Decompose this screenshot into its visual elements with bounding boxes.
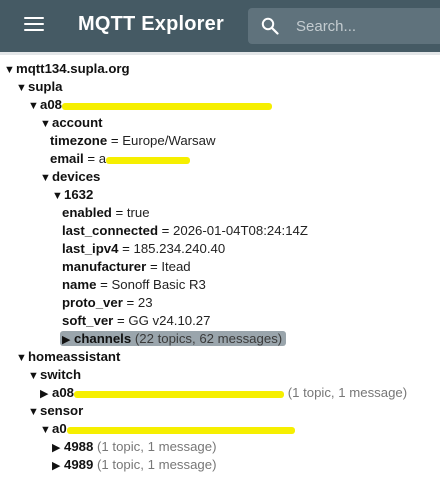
tree-node-switch[interactable]: ▼switch — [28, 366, 81, 384]
expand-arrow-icon[interactable]: ▶ — [52, 439, 64, 457]
sensor-label: sensor — [40, 403, 84, 418]
collapse-arrow-icon[interactable]: ▼ — [40, 421, 52, 439]
search-box[interactable] — [248, 8, 440, 44]
switch-label: switch — [40, 367, 82, 382]
channels-summary: (22 topics, 62 messages) — [134, 331, 283, 346]
switch-item-label: a08 — [52, 385, 75, 400]
collapse-arrow-icon[interactable]: ▼ — [40, 169, 52, 187]
collapse-arrow-icon[interactable]: ▼ — [28, 403, 40, 421]
tree-leaf-device-field[interactable]: manufacturer = Itead — [62, 258, 191, 276]
tree-node-sensor-item[interactable]: ▼a0 — [40, 420, 295, 438]
sensor-item-label: a0 — [52, 421, 67, 436]
broker-label: mqtt134.supla.org — [16, 61, 130, 76]
email-value: a — [98, 151, 107, 166]
tree-leaf-device-field[interactable]: proto_ver = 23 — [62, 294, 153, 312]
sensor-child-label: 4988 — [64, 439, 94, 454]
tree-leaf-device-field[interactable]: last_connected = 2026-01-04T08:24:14Z — [62, 222, 308, 240]
tree-node-sensor-child[interactable]: ▶ 4988 (1 topic, 1 message) — [52, 438, 217, 456]
field-key: last_connected — [62, 223, 159, 238]
tree-leaf-device-field[interactable]: soft_ver = GG v24.10.27 — [62, 312, 210, 330]
field-value: Itead — [161, 259, 191, 274]
sensor-child-summary: (1 topic, 1 message) — [97, 439, 217, 454]
email-key: email — [50, 151, 84, 166]
field-key: last_ipv4 — [62, 241, 119, 256]
tree-leaf-email[interactable]: email = a — [50, 150, 191, 168]
field-key: manufacturer — [62, 259, 147, 274]
field-value: 185.234.240.40 — [133, 241, 226, 256]
field-value: Sonoff Basic R3 — [111, 277, 206, 292]
field-value: 23 — [137, 295, 153, 310]
devices-label: devices — [52, 169, 101, 184]
selected-node[interactable]: ▶ channels (22 topics, 62 messages) — [60, 331, 287, 349]
client-id-label: a08 — [40, 97, 63, 112]
homeassistant-label: homeassistant — [28, 349, 121, 364]
tree-node-device[interactable]: ▼1632 — [52, 186, 93, 204]
collapse-arrow-icon[interactable]: ▼ — [40, 115, 52, 133]
tree-leaf-device-field[interactable]: enabled = true — [62, 204, 150, 222]
collapse-arrow-icon[interactable]: ▼ — [16, 79, 28, 97]
redaction-mark — [106, 157, 191, 165]
field-key: name — [62, 277, 97, 292]
tree-node-homeassistant[interactable]: ▼homeassistant — [16, 348, 120, 366]
timezone-value: Europe/Warsaw — [122, 133, 216, 148]
collapse-arrow-icon[interactable]: ▼ — [4, 61, 16, 79]
magnifier-icon — [261, 17, 279, 35]
tree-node-devices[interactable]: ▼devices — [40, 168, 100, 186]
hamburger-menu-icon[interactable] — [24, 16, 44, 32]
tree-node-sensor[interactable]: ▼sensor — [28, 402, 83, 420]
account-label: account — [52, 115, 103, 130]
tree-node-channels[interactable]: ▶ channels (22 topics, 62 messages) — [60, 330, 287, 349]
appbar-divider — [0, 52, 440, 55]
field-key: proto_ver — [62, 295, 123, 310]
switch-item-summary: (1 topic, 1 message) — [287, 385, 408, 400]
search-input[interactable] — [296, 16, 436, 36]
expand-arrow-icon[interactable]: ▶ — [62, 331, 74, 349]
expand-arrow-icon[interactable]: ▶ — [52, 457, 64, 475]
timezone-key: timezone — [50, 133, 108, 148]
redaction-mark — [66, 427, 295, 435]
sensor-child-summary: (1 topic, 1 message) — [97, 457, 217, 472]
tree-node-account[interactable]: ▼account — [40, 114, 103, 132]
device-id-label: 1632 — [64, 187, 94, 202]
field-value: GG v24.10.27 — [128, 313, 211, 328]
collapse-arrow-icon[interactable]: ▼ — [52, 187, 64, 205]
tree-leaf-timezone[interactable]: timezone = Europe/Warsaw — [50, 132, 216, 150]
tree-leaf-device-field[interactable]: name = Sonoff Basic R3 — [62, 276, 206, 294]
channels-label: channels — [74, 331, 132, 346]
field-value: true — [126, 205, 150, 220]
app-title: MQTT Explorer — [78, 13, 224, 35]
tree-node-supla-client[interactable]: ▼a08 — [28, 96, 273, 115]
redaction-mark — [62, 103, 273, 111]
collapse-arrow-icon[interactable]: ▼ — [28, 97, 40, 115]
tree-node-broker[interactable]: ▼mqtt134.supla.org — [4, 60, 130, 78]
field-key: enabled — [62, 205, 112, 220]
collapse-arrow-icon[interactable]: ▼ — [16, 349, 28, 367]
sensor-child-label: 4989 — [64, 457, 94, 472]
tree-node-sensor-child[interactable]: ▶ 4989 (1 topic, 1 message) — [52, 456, 217, 474]
collapse-arrow-icon[interactable]: ▼ — [28, 367, 40, 385]
redaction-mark — [74, 391, 285, 399]
supla-label: supla — [28, 79, 63, 94]
field-value: 2026-01-04T08:24:14Z — [173, 223, 308, 238]
expand-arrow-icon[interactable]: ▶ — [40, 385, 52, 403]
field-key: soft_ver — [62, 313, 114, 328]
tree-node-switch-item[interactable]: ▶ a08 (1 topic, 1 message) — [40, 384, 407, 402]
tree-node-supla[interactable]: ▼supla — [16, 78, 62, 96]
tree-leaf-device-field[interactable]: last_ipv4 = 185.234.240.40 — [62, 240, 225, 258]
app-bar: MQTT Explorer — [0, 0, 440, 52]
